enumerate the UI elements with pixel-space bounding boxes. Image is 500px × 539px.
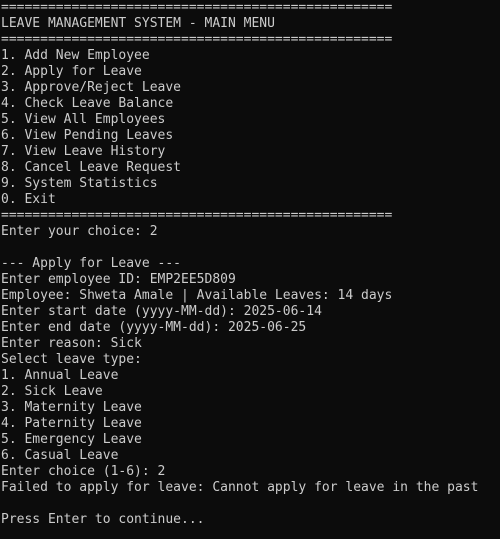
menu-item-check-balance: 4. Check Leave Balance [1,96,174,111]
section-heading: --- Apply for Leave --- [1,256,182,271]
leave-type-heading: Select leave type: [1,352,142,367]
leave-type-choice-prompt: Enter choice (1-6): 2 [1,464,166,479]
continue-prompt[interactable]: Press Enter to continue... [0,512,500,528]
menu-item-cancel-request: 8. Cancel Leave Request [1,160,182,175]
separator-line: ========================================… [1,32,393,47]
menu-item-add-employee: 1. Add New Employee [1,48,150,63]
console-window[interactable]: ========================================… [0,0,500,539]
leave-type-option: 4. Paternity Leave [1,416,142,431]
menu-title: LEAVE MANAGEMENT SYSTEM - MAIN MENU [1,16,275,31]
leave-type-option: 3. Maternity Leave [1,400,142,415]
choice-prompt: Enter your choice: 2 [1,224,158,239]
menu-item-view-pending: 6. View Pending Leaves [1,128,174,143]
separator-line: ========================================… [1,208,393,223]
leave-type-option: 2. Sick Leave [1,384,103,399]
employee-info: Employee: Shweta Amale | Available Leave… [1,288,393,303]
error-message: Failed to apply for leave: Cannot apply … [1,480,479,495]
leave-type-option: 1. Annual Leave [1,368,119,383]
menu-item-statistics: 9. System Statistics [1,176,158,191]
leave-type-option: 5. Emergency Leave [1,432,142,447]
start-date-prompt: Enter start date (yyyy-MM-dd): 2025-06-1… [1,304,322,319]
separator-line: ========================================… [1,0,393,15]
menu-item-approve-reject: 3. Approve/Reject Leave [1,80,182,95]
menu-item-apply-leave: 2. Apply for Leave [1,64,142,79]
leave-type-option: 6. Casual Leave [1,448,119,463]
menu-item-exit: 0. Exit [1,192,56,207]
reason-prompt: Enter reason: Sick [1,336,142,351]
menu-item-view-employees: 5. View All Employees [1,112,166,127]
end-date-prompt: Enter end date (yyyy-MM-dd): 2025-06-25 [1,320,307,335]
employee-id-prompt: Enter employee ID: EMP2EE5D809 [1,272,236,287]
menu-item-view-history: 7. View Leave History [1,144,166,159]
